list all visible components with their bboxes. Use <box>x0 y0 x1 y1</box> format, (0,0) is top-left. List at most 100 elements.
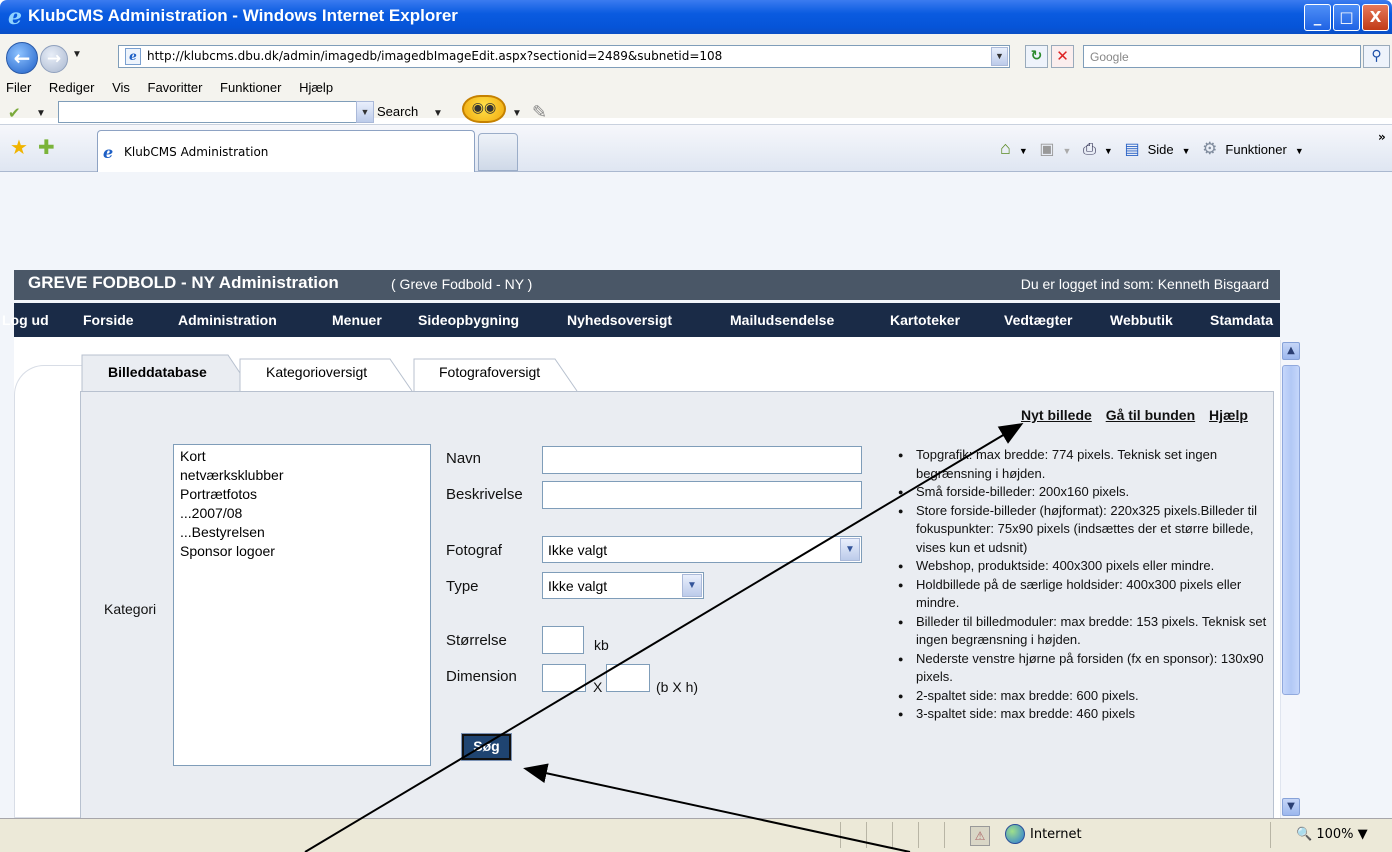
dimension-unit: (b X h) <box>656 679 699 695</box>
type-select[interactable]: Ikke valgt ▼ <box>542 572 704 599</box>
navn-input[interactable] <box>542 446 862 474</box>
forward-button[interactable]: → <box>40 45 68 73</box>
kategori-option[interactable]: Portrætfotos <box>180 485 424 504</box>
kategori-listbox[interactable]: Kort netværksklubber Portrætfotos ...200… <box>173 444 431 766</box>
refresh-button[interactable]: ↻ <box>1025 45 1048 68</box>
nav-nyhedsoversigt[interactable]: Nyhedsoversigt <box>567 312 672 328</box>
scroll-thumb[interactable] <box>1282 365 1300 695</box>
kategori-option[interactable]: ...Bestyrelsen <box>180 523 424 542</box>
window-titlebar: e KlubCMS Administration - Windows Inter… <box>0 0 1392 34</box>
ga-til-bunden-link[interactable]: Gå til bunden <box>1106 407 1195 423</box>
tab-fotografoversigt[interactable]: Fotografoversigt <box>439 353 540 391</box>
funktioner-dropdown-icon[interactable]: ▼ <box>1295 146 1304 156</box>
beskrivelse-input[interactable] <box>542 481 862 509</box>
search-icon[interactable]: ⚲ <box>1363 45 1390 68</box>
scroll-up-icon[interactable]: ▲ <box>1282 342 1300 360</box>
nav-webbutik[interactable]: Webbutik <box>1110 312 1173 328</box>
page-scrollbar[interactable]: ▲ ▼ <box>1280 340 1300 818</box>
menu-hjaelp[interactable]: Hjælp <box>299 80 333 95</box>
info-item: Webshop, produktside: 400x300 pixels ell… <box>898 557 1268 576</box>
pen-icon[interactable]: ✎ <box>532 102 547 123</box>
browser-tab-klubcms[interactable]: e KlubCMS Administration <box>97 130 475 172</box>
nav-vedtaegter[interactable]: Vedtægter <box>1004 312 1072 328</box>
beskrivelse-label: Beskrivelse <box>446 486 523 503</box>
stop-button[interactable]: ✕ <box>1051 45 1074 68</box>
scroll-down-icon[interactable]: ▼ <box>1282 798 1300 816</box>
nyt-billede-link[interactable]: Nyt billede <box>1021 407 1092 423</box>
kategori-option[interactable]: Sponsor logoer <box>180 542 424 561</box>
nav-log-ud[interactable]: Log ud <box>2 312 49 328</box>
sog-button[interactable]: Søg <box>461 733 512 761</box>
favorites-star-icon[interactable]: ★ <box>10 135 28 159</box>
address-dropdown-icon[interactable]: ▼ <box>991 47 1008 66</box>
search-dropdown-icon[interactable]: ▼ <box>433 108 443 119</box>
nav-administration[interactable]: Administration <box>178 312 277 328</box>
toolbar-search-button[interactable]: Search <box>377 104 418 119</box>
dimension-height-input[interactable] <box>606 664 650 692</box>
home-icon[interactable]: ⌂ <box>1000 138 1011 159</box>
dimension-width-input[interactable] <box>542 664 586 692</box>
nav-mailudsendelse[interactable]: Mailudsendelse <box>730 312 834 328</box>
site-title: GREVE FODBOLD - NY Administration <box>28 273 339 292</box>
address-bar[interactable]: e http://klubcms.dbu.dk/admin/imagedb/im… <box>118 45 1010 68</box>
storrelse-input[interactable] <box>542 626 584 654</box>
kategori-option[interactable]: netværksklubber <box>180 466 424 485</box>
minimize-button[interactable]: _ <box>1304 4 1331 31</box>
security-icon[interactable]: ⚠ <box>970 826 990 846</box>
side-dropdown-icon[interactable]: ▼ <box>1182 146 1191 156</box>
globe-icon <box>1005 824 1025 844</box>
tab-billeddatabase[interactable]: Billeddatabase <box>108 353 207 391</box>
nav-sideopbygning[interactable]: Sideopbygning <box>418 312 519 328</box>
feeds-dropdown-icon[interactable]: ▼ <box>1063 146 1072 156</box>
menu-funktioner[interactable]: Funktioner <box>220 80 281 95</box>
menu-rediger[interactable]: Rediger <box>49 80 95 95</box>
cmd-side-label[interactable]: Side <box>1148 142 1174 157</box>
type-dropdown-icon[interactable]: ▼ <box>682 574 702 597</box>
addon-dropdown-icon[interactable]: ▼ <box>36 108 46 119</box>
toolbar-addon-icon[interactable]: ✔ <box>8 104 32 122</box>
cmd-funktioner-label[interactable]: Funktioner <box>1225 142 1286 157</box>
kategori-option[interactable]: Kort <box>180 447 424 466</box>
back-button[interactable]: ← <box>6 42 38 74</box>
print-dropdown-icon[interactable]: ▼ <box>1104 146 1113 156</box>
address-url[interactable]: http://klubcms.dbu.dk/admin/imagedb/imag… <box>147 49 722 63</box>
new-tab-button[interactable] <box>478 133 518 171</box>
add-favorite-icon[interactable]: ✚ <box>38 135 55 159</box>
feeds-icon[interactable]: ▣ <box>1039 139 1054 159</box>
menu-vis[interactable]: Vis <box>112 80 130 95</box>
nav-kartoteker[interactable]: Kartoteker <box>890 312 960 328</box>
info-item: Billeder til billedmoduler: max bredde: … <box>898 613 1268 650</box>
menu-bar: Filer Rediger Vis Favoritter Funktioner … <box>6 80 347 95</box>
zoom-level[interactable]: 🔍 100% ▼ <box>1296 827 1368 842</box>
info-item: Topgrafik: max bredde: 774 pixels. Tekni… <box>898 446 1268 483</box>
history-dropdown-icon[interactable]: ▼ <box>72 49 82 60</box>
smiley-dropdown-icon[interactable]: ▼ <box>512 108 522 119</box>
menu-favoritter[interactable]: Favoritter <box>148 80 203 95</box>
tab-ie-icon: e <box>103 143 114 162</box>
nav-forside[interactable]: Forside <box>83 312 134 328</box>
hjaelp-link[interactable]: Hjælp <box>1209 407 1248 423</box>
combo-dropdown-icon[interactable]: ▼ <box>356 101 374 123</box>
browser-tab-label: KlubCMS Administration <box>124 145 269 159</box>
search-input[interactable]: Google <box>1083 45 1361 68</box>
nav-stamdata[interactable]: Stamdata <box>1210 312 1273 328</box>
gear-icon[interactable]: ⚙ <box>1202 139 1217 159</box>
maximize-button[interactable]: □ <box>1333 4 1360 31</box>
site-subtitle: ( Greve Fodbold - NY ) <box>391 276 533 292</box>
home-dropdown-icon[interactable]: ▼ <box>1019 146 1028 156</box>
tab-kategorioversigt[interactable]: Kategorioversigt <box>266 353 367 391</box>
nav-menuer[interactable]: Menuer <box>332 312 382 328</box>
kategori-option[interactable]: ...2007/08 <box>180 504 424 523</box>
print-icon[interactable]: ⎙ <box>1083 141 1096 159</box>
page-icon-cmd[interactable]: ▤ <box>1124 139 1139 159</box>
fotograf-select[interactable]: Ikke valgt ▼ <box>542 536 862 563</box>
smiley-icon[interactable]: ◉◉ <box>462 95 506 123</box>
fotograf-label: Fotograf <box>446 542 502 559</box>
window-title: KlubCMS Administration - Windows Interne… <box>28 6 458 25</box>
chevron-more-icon[interactable]: » <box>1378 130 1386 144</box>
menu-filer[interactable]: Filer <box>6 80 31 95</box>
close-button[interactable]: X <box>1362 4 1389 31</box>
fotograf-dropdown-icon[interactable]: ▼ <box>840 538 860 561</box>
ie-logo-icon: e <box>8 4 22 30</box>
toolbar-search-combo[interactable] <box>58 101 358 123</box>
